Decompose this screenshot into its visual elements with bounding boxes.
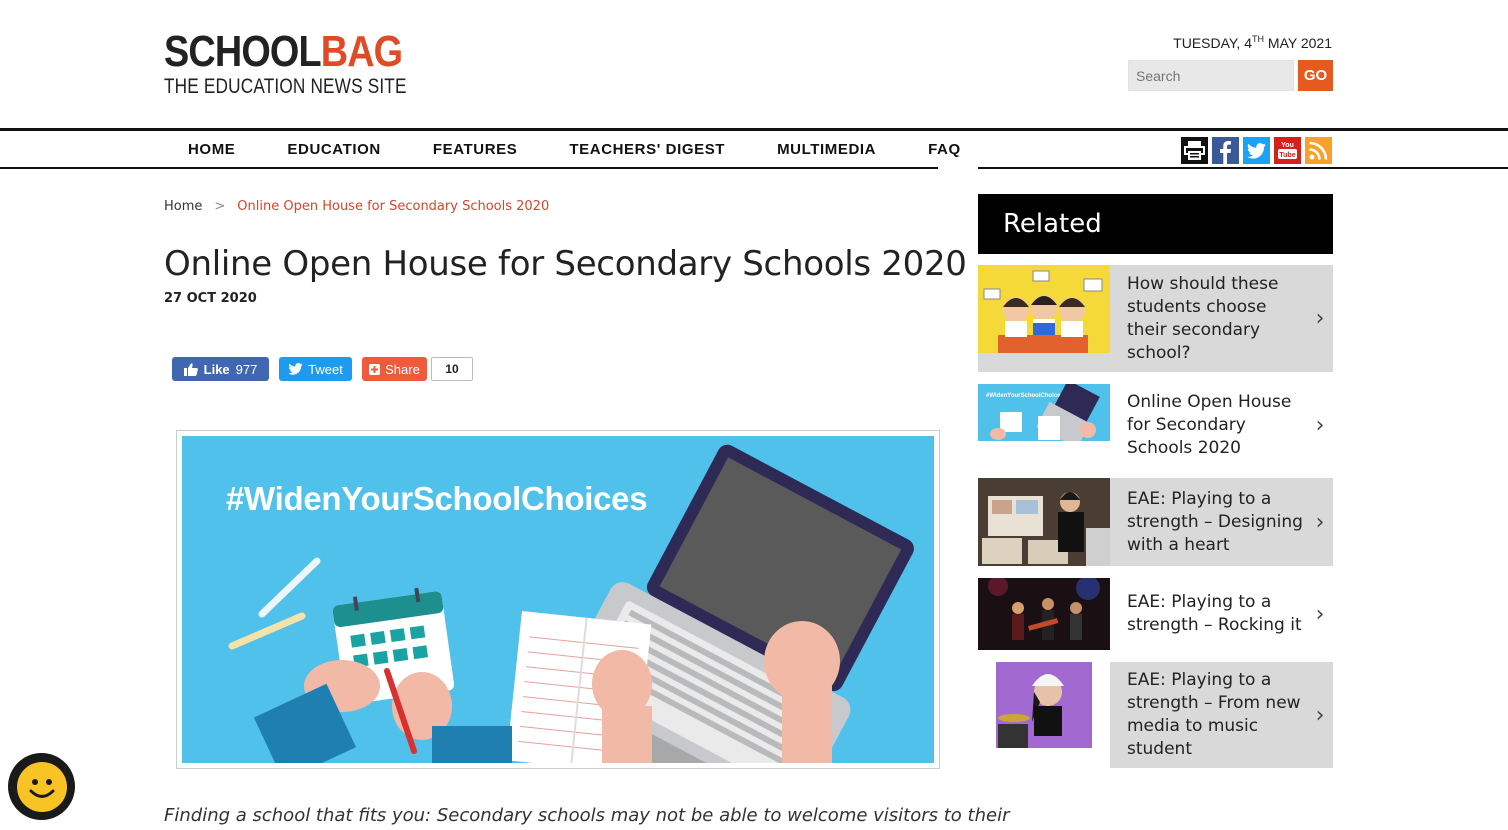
- nav-item-faq[interactable]: FAQ: [928, 141, 961, 158]
- related-item-title: EAE: Playing to a strength – From new me…: [1127, 670, 1301, 759]
- related-item-title: Online Open House for Secondary Schools …: [1127, 391, 1292, 458]
- logo-bag-text: BAG: [320, 27, 403, 76]
- thumbs-up-icon: [183, 362, 198, 376]
- share-label: Share: [385, 361, 420, 377]
- breadcrumb-current-link[interactable]: Online Open House for Secondary Schools …: [237, 199, 549, 214]
- nav-item-teachers-digest[interactable]: TEACHERS' DIGEST: [569, 141, 725, 158]
- date-prefix: TUESDAY, 4: [1173, 35, 1253, 51]
- nav-item-home[interactable]: HOME: [188, 141, 235, 158]
- share-count: 10: [431, 357, 473, 381]
- article-date: 27 OCT 2020: [164, 291, 257, 306]
- hero-illustration: #WidenYourSchoolChoices: [182, 436, 934, 763]
- site-logo[interactable]: SCHOOLBAG THE EDUCATION NEWS SITE: [164, 28, 460, 98]
- logo-tagline: THE EDUCATION NEWS SITE: [164, 75, 407, 98]
- date-suffix-sup: TH: [1252, 34, 1265, 44]
- twitter-bird-icon: [288, 363, 303, 375]
- share-button[interactable]: Share: [362, 357, 427, 381]
- article-lead-paragraph: Finding a school that fits you: Secondar…: [164, 805, 1010, 826]
- chevron-right-icon: ›: [1315, 702, 1325, 728]
- nav-bottom-rule: [0, 167, 1508, 169]
- related-item-title: EAE: Playing to a strength – Rocking it: [1127, 592, 1302, 635]
- nav-item-education[interactable]: EDUCATION: [287, 141, 380, 158]
- rss-icon[interactable]: [1305, 137, 1332, 164]
- related-thumbnail: [978, 265, 1110, 353]
- youtube-icon[interactable]: Tube You: [1274, 137, 1301, 164]
- related-item-title: How should these students choose their s…: [1127, 273, 1279, 363]
- breadcrumb: Home > Online Open House for Secondary S…: [164, 199, 549, 214]
- smiley-icon: [16, 761, 67, 812]
- tweet-label: Tweet: [308, 361, 343, 377]
- search-go-button[interactable]: GO: [1298, 60, 1333, 91]
- chevron-right-icon: ›: [1315, 509, 1325, 535]
- like-label: Like: [203, 361, 230, 377]
- plus-icon: [369, 363, 381, 375]
- logo-wordmark: SCHOOLBAG: [164, 28, 418, 76]
- related-heading: Related: [978, 194, 1333, 254]
- svg-text:You: You: [1281, 142, 1294, 149]
- chevron-right-icon: ›: [1315, 412, 1325, 438]
- like-count: 977: [235, 361, 258, 377]
- print-icon[interactable]: [1181, 137, 1208, 164]
- facebook-icon[interactable]: [1212, 137, 1239, 164]
- nav-item-multimedia[interactable]: MULTIMEDIA: [777, 141, 876, 158]
- chevron-right-icon: ›: [1315, 306, 1325, 331]
- chevron-right-icon: ›: [1315, 601, 1325, 627]
- related-item[interactable]: EAE: Playing to a strength – From new me…: [978, 662, 1333, 768]
- related-thumbnail: #WidenYourSchoolChoices: [978, 384, 1110, 441]
- svg-text:#WidenYourSchoolChoices: #WidenYourSchoolChoices: [986, 393, 1065, 399]
- main-nav: HOME EDUCATION FEATURES TEACHERS' DIGEST…: [164, 131, 1013, 167]
- article-title: Online Open House for Secondary Schools …: [164, 244, 967, 284]
- related-item[interactable]: How should these students choose their s…: [978, 265, 1333, 372]
- social-icons: Tube You: [1181, 137, 1332, 164]
- related-item-title: EAE: Playing to a strength – Designing w…: [1127, 488, 1303, 555]
- related-item[interactable]: EAE: Playing to a strength – Designing w…: [978, 478, 1333, 566]
- related-thumbnail: [978, 578, 1110, 650]
- logo-school-text: SCHOOL: [164, 27, 322, 76]
- date-month-year: MAY 2021: [1264, 35, 1332, 51]
- related-item[interactable]: EAE: Playing to a strength – Rocking it …: [978, 578, 1333, 650]
- facebook-like-button[interactable]: Like 977: [172, 357, 269, 381]
- breadcrumb-separator: >: [214, 199, 226, 214]
- related-item[interactable]: #WidenYourSchoolChoices Online Open Hous…: [978, 384, 1333, 466]
- share-toolbar: Like 977 Tweet Share 10: [172, 357, 473, 381]
- related-thumbnail: [978, 478, 1110, 566]
- article-hero-image: #WidenYourSchoolChoices: [176, 430, 940, 769]
- hero-hashtag-text: #WidenYourSchoolChoices: [226, 480, 648, 517]
- current-date: TUESDAY, 4TH MAY 2021: [1173, 34, 1332, 51]
- breadcrumb-home-link[interactable]: Home: [164, 199, 202, 214]
- tweet-button[interactable]: Tweet: [279, 357, 352, 381]
- chat-widget-button[interactable]: [8, 753, 75, 820]
- svg-text:Tube: Tube: [1279, 152, 1295, 159]
- search-input[interactable]: [1128, 60, 1294, 91]
- twitter-icon[interactable]: [1243, 137, 1270, 164]
- related-thumbnail: [978, 662, 1110, 768]
- nav-item-features[interactable]: FEATURES: [433, 141, 518, 158]
